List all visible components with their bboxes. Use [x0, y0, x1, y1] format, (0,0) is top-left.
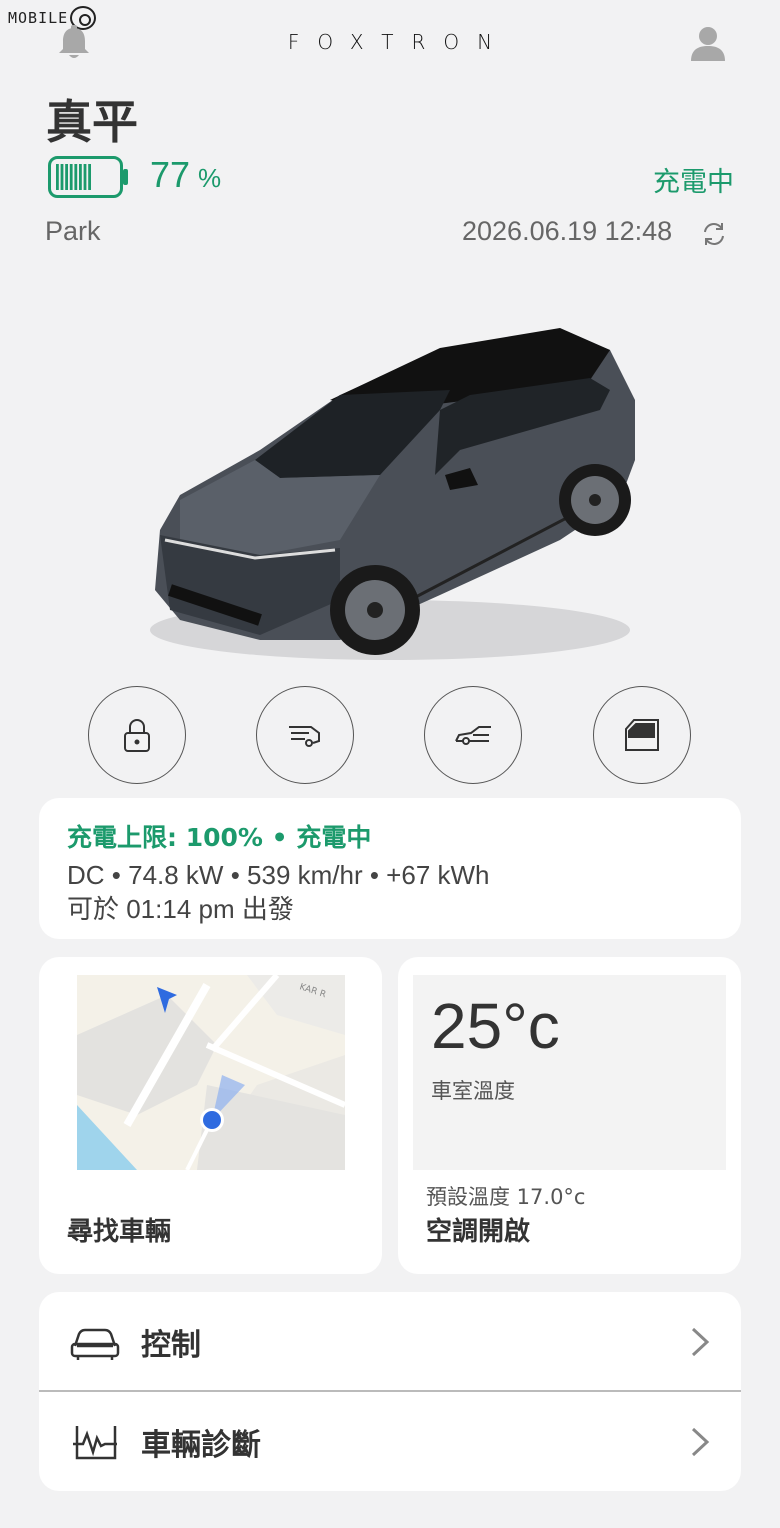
frunk-button[interactable]: [424, 686, 522, 784]
chevron-right-icon: [691, 1427, 710, 1457]
climate-card[interactable]: 25°c 車室溫度 預設溫度 17.0°c 空調開啟: [398, 957, 741, 1274]
battery-bar: [60, 164, 64, 190]
vehicle-name: 真平: [46, 95, 138, 149]
menu-item-diagnostics[interactable]: 車輛診斷: [39, 1392, 741, 1491]
refresh-icon[interactable]: [700, 220, 728, 248]
diagnostics-icon: [73, 1425, 117, 1459]
frunk-icon: [455, 726, 491, 745]
charge-info-card[interactable]: 充電上限: 100% • 充電中 DC • 74.8 kW • 539 km/h…: [39, 798, 741, 939]
vehicle-location-map[interactable]: KAR R: [77, 975, 345, 1170]
lock-icon: [124, 719, 150, 752]
cabin-temperature-panel: 25°c 車室溫度: [413, 975, 726, 1170]
charging-status: 充電中: [653, 167, 734, 198]
menu-item-control[interactable]: 控制: [39, 1292, 741, 1391]
cabin-temperature-label: 車室溫度: [431, 1079, 515, 1103]
ac-status: 空調開啟: [426, 1217, 531, 1247]
battery-icon: [48, 156, 130, 198]
battery-percent-value: 77: [150, 154, 191, 195]
charge-limit-status: 充電上限: 100% • 充電中: [67, 823, 372, 852]
window-icon: [625, 719, 659, 751]
trunk-button[interactable]: [256, 686, 354, 784]
chevron-right-icon: [691, 1327, 710, 1357]
brand-logo: FOXTRON: [287, 30, 511, 54]
battery-percentage: 77%: [150, 154, 221, 196]
window-button[interactable]: [593, 686, 691, 784]
menu-label-control: 控制: [141, 1327, 201, 1363]
find-vehicle-card[interactable]: KAR R 尋找車輛: [39, 957, 382, 1274]
car-icon: [70, 1328, 120, 1360]
battery-percent-unit: %: [198, 163, 222, 193]
battery-bar: [79, 164, 82, 190]
preset-temperature: 預設溫度 17.0°c: [426, 1185, 586, 1209]
last-updated-time: 2026.06.19 12:48: [462, 216, 673, 246]
battery-bar: [56, 164, 59, 190]
menu-list: 控制 車輛診斷: [39, 1292, 741, 1491]
vehicle-image: [140, 300, 650, 680]
lock-button[interactable]: [88, 686, 186, 784]
menu-label-diagnostics: 車輛診斷: [141, 1427, 261, 1463]
battery-bar: [74, 164, 78, 190]
battery-bar: [88, 164, 91, 190]
battery-bar: [69, 164, 73, 190]
user-profile-icon[interactable]: [688, 24, 728, 64]
charge-rate-info: DC • 74.8 kW • 539 km/hr • +67 kWh: [67, 860, 490, 890]
battery-bar: [65, 164, 68, 190]
departure-time: 可於 01:14 pm 出發: [67, 894, 294, 924]
gear-status: Park: [45, 216, 101, 246]
cabin-temperature: 25°c: [431, 990, 560, 1062]
battery-bar: [83, 164, 87, 190]
trunk-icon: [289, 726, 320, 747]
find-vehicle-label: 尋找車輛: [67, 1217, 172, 1247]
notification-bell-icon[interactable]: [54, 24, 94, 64]
